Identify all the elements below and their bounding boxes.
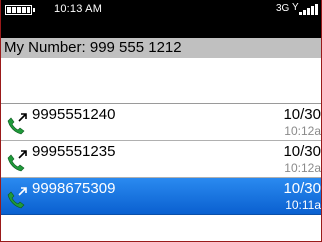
my-number-banner: My Number: 999 555 1212 — [1, 38, 321, 58]
outgoing-call-icon — [7, 150, 27, 172]
call-log-item-selected[interactable]: 9998675309 10/30 10:11a — [1, 178, 321, 215]
status-clock: 10:13 AM — [54, 3, 103, 15]
call-time: 10:12a — [284, 124, 321, 138]
call-log-item[interactable]: 9995551240 10/30 10:12a — [1, 104, 321, 141]
call-date: 10/30 — [283, 106, 321, 123]
antenna-icon: Y — [292, 2, 299, 13]
network-type: 3G — [276, 3, 290, 14]
search-input[interactable] — [1, 58, 321, 104]
call-date: 10/30 — [283, 143, 321, 160]
call-time: 10:12a — [284, 161, 321, 175]
call-number: 9998675309 — [32, 180, 116, 197]
call-date: 10/30 — [283, 180, 321, 197]
call-time: 10:11a — [285, 198, 321, 212]
call-number: 9995551240 — [32, 106, 116, 123]
status-bar: 10:13 AM 3G Y — [1, 0, 321, 20]
outgoing-call-icon — [7, 113, 27, 135]
call-number: 9995551235 — [32, 143, 116, 160]
signal-bars-icon — [299, 4, 319, 15]
battery-full-icon — [5, 5, 35, 15]
call-log-list: 9995551240 10/30 10:12a 9995551235 10/30… — [1, 104, 321, 215]
phone-screen: 10:13 AM 3G Y My Number: 999 555 1212 99… — [0, 0, 322, 242]
title-band — [1, 20, 321, 38]
call-log-item[interactable]: 9995551235 10/30 10:12a — [1, 141, 321, 178]
outgoing-call-icon — [7, 187, 27, 209]
